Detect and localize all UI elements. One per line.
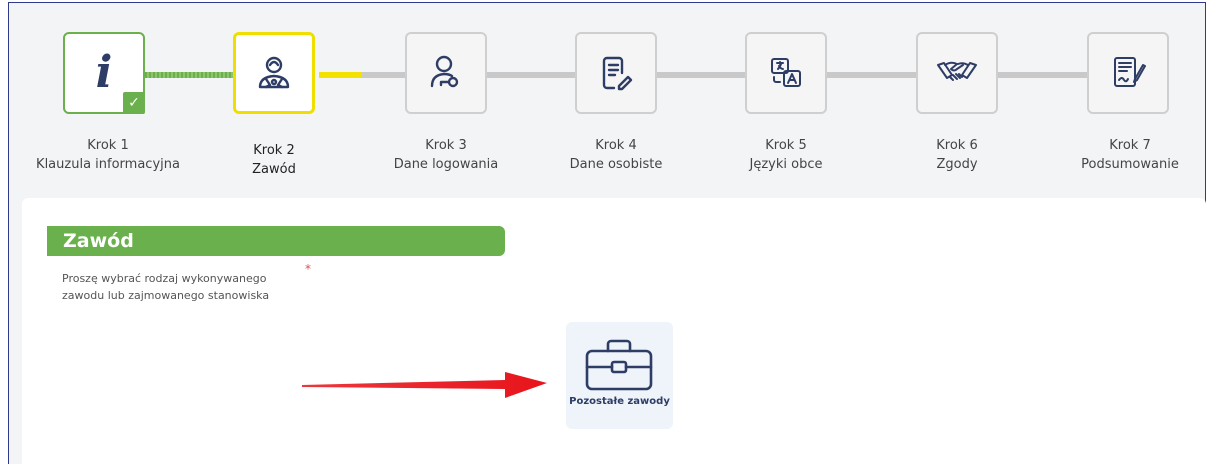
- step-6-box[interactable]: [916, 32, 998, 114]
- step-7-name: Podsumowanie: [1081, 157, 1179, 172]
- section-title: Zawód: [47, 226, 505, 256]
- step-connector-2-3: [319, 72, 405, 78]
- worker-icon: [258, 56, 290, 89]
- briefcase-icon: [585, 339, 653, 391]
- handshake-icon: [937, 61, 977, 81]
- step-7-title: Krok 7: [1109, 138, 1151, 153]
- step-connector-4-5: [657, 72, 745, 78]
- option-other-occupations[interactable]: Pozostałe zawody: [566, 322, 673, 429]
- step-7-label[interactable]: Krok 7 Podsumowanie: [1040, 136, 1207, 174]
- step-connector-5-6: [827, 72, 916, 78]
- step-4-label[interactable]: Krok 4 Dane osobiste: [526, 136, 706, 174]
- step-connector-6-7: [998, 72, 1087, 78]
- step-1-box[interactable]: i ✓: [63, 32, 145, 114]
- step-4-box[interactable]: [575, 32, 657, 114]
- required-marker: *: [305, 262, 311, 276]
- step-2-title: Krok 2: [253, 143, 295, 158]
- step-1-name: Klauzula informacyjna: [36, 157, 180, 172]
- step-6-title: Krok 6: [936, 138, 978, 153]
- step-3-label[interactable]: Krok 3 Dane logowania: [356, 136, 536, 174]
- step-6-label[interactable]: Krok 6 Zgody: [867, 136, 1047, 174]
- document-edit-icon: [602, 56, 633, 91]
- occupation-prompt: Proszę wybrać rodzaj wykonywanego zawodu…: [62, 272, 270, 302]
- step-5-title: Krok 5: [765, 138, 807, 153]
- step-4-name: Dane osobiste: [569, 157, 663, 172]
- step-5-label[interactable]: Krok 5 Języki obce: [696, 136, 876, 174]
- step-connector-3-4: [487, 72, 575, 78]
- check-icon: ✓: [123, 92, 145, 114]
- step-5-name: Języki obce: [749, 157, 823, 172]
- step-2-label[interactable]: Krok 2 Zawód: [184, 141, 364, 179]
- step-3-name: Dane logowania: [393, 157, 499, 172]
- step-1-label[interactable]: Krok 1 Klauzula informacyjna: [18, 136, 198, 174]
- option-label: Pozostałe zawody: [569, 396, 670, 407]
- info-icon: i: [95, 47, 113, 98]
- translate-icon: [771, 58, 801, 87]
- contract-sign-icon: [1114, 57, 1146, 87]
- step-7-box[interactable]: [1087, 32, 1169, 114]
- step-2-box[interactable]: [233, 32, 315, 114]
- step-2-name: Zawód: [252, 162, 296, 177]
- user-key-icon: [430, 55, 459, 88]
- step-1-title: Krok 1: [87, 138, 129, 153]
- step-3-box[interactable]: [405, 32, 487, 114]
- step-4-title: Krok 4: [595, 138, 637, 153]
- step-connector-1-2: [145, 72, 233, 78]
- step-6-name: Zgody: [936, 157, 978, 172]
- step-3-title: Krok 3: [425, 138, 467, 153]
- red-arrow-annotation: [302, 372, 547, 398]
- step-5-box[interactable]: [745, 32, 827, 114]
